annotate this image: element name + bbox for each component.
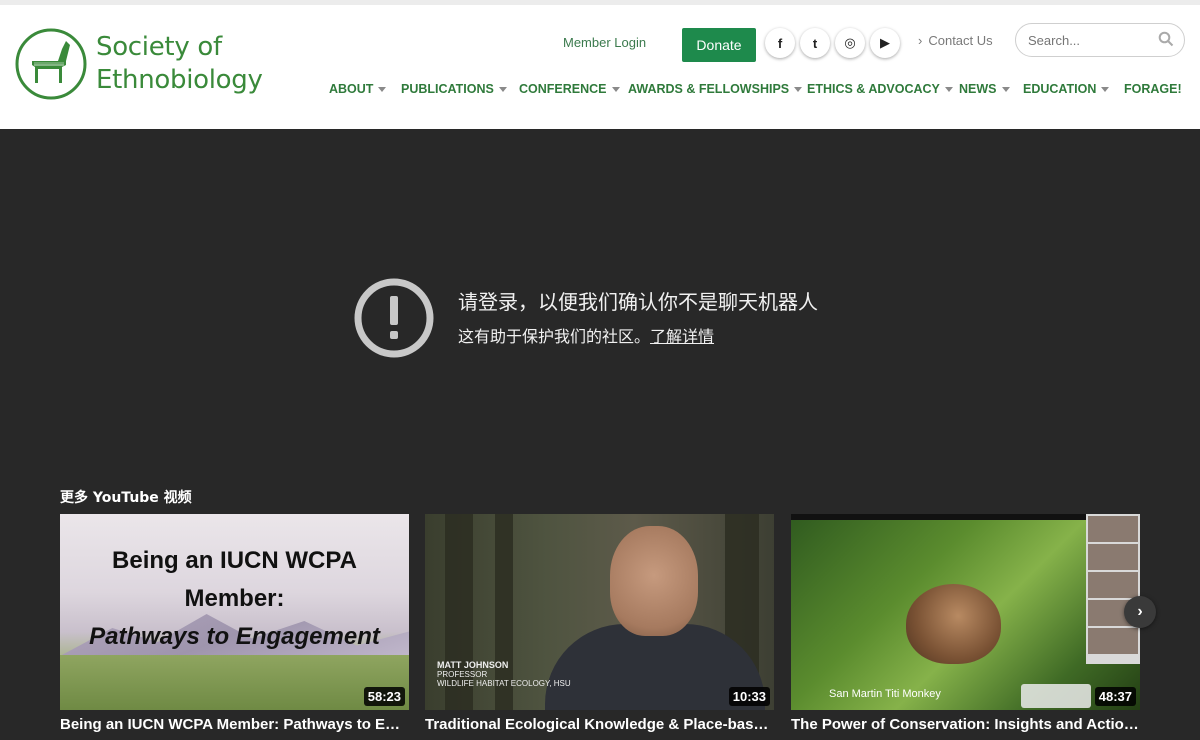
signin-message-text: 这有助于保护我们的社区。 bbox=[458, 327, 651, 346]
thumb-monkey bbox=[906, 584, 1001, 664]
video-thumbnail[interactable]: MATT JOHNSON PROFESSOR WILDLIFE HABITAT … bbox=[425, 514, 774, 710]
caret-down-icon bbox=[378, 86, 387, 92]
chevron-right-icon: › bbox=[1137, 603, 1143, 620]
exclamation-circle-icon bbox=[354, 278, 434, 358]
video-duration: 58:23 bbox=[363, 687, 405, 706]
thumb-person-head bbox=[610, 526, 698, 636]
nav-publications[interactable]: PUBLICATIONS bbox=[401, 82, 507, 96]
participant-tile bbox=[1088, 628, 1138, 654]
nav-awards-label: AWARDS & FELLOWSHIPS bbox=[628, 82, 790, 96]
nav-about-label: ABOUT bbox=[329, 82, 374, 96]
lower-third-dept: WILDLIFE HABITAT ECOLOGY, HSU bbox=[437, 679, 571, 688]
nav-news-label: NEWS bbox=[959, 82, 997, 96]
caret-down-icon bbox=[944, 86, 953, 92]
site-header: Society of Ethnobiology Member Login Don… bbox=[0, 5, 1200, 129]
search-icon[interactable] bbox=[1158, 31, 1174, 47]
video-card[interactable]: San Martin Titi Monkey 48:37 The Power o… bbox=[791, 514, 1140, 733]
learn-more-link[interactable]: 了解详情 bbox=[650, 327, 714, 346]
thumb-meadow bbox=[60, 655, 409, 710]
thumb-caption: San Martin Titi Monkey bbox=[829, 688, 941, 700]
nav-education-label: EDUCATION bbox=[1023, 82, 1097, 96]
nav-ethics-advocacy[interactable]: ETHICS & ADVOCACY bbox=[807, 82, 953, 96]
caret-down-icon bbox=[794, 86, 803, 92]
caret-down-icon bbox=[1001, 86, 1010, 92]
nav-news[interactable]: NEWS bbox=[959, 82, 1010, 96]
lower-third-role: PROFESSOR bbox=[437, 670, 488, 679]
nav-ethics-label: ETHICS & ADVOCACY bbox=[807, 82, 940, 96]
thumb-text-line3: Pathways to Engagement bbox=[89, 623, 380, 650]
participant-tile bbox=[1088, 544, 1138, 570]
member-login-link[interactable]: Member Login bbox=[563, 35, 646, 50]
caret-down-icon bbox=[611, 86, 620, 92]
caret-down-icon bbox=[1101, 86, 1110, 92]
video-title[interactable]: Traditional Ecological Knowledge & Place… bbox=[425, 716, 774, 733]
instagram-icon[interactable]: ◎ bbox=[835, 28, 865, 58]
thumb-status-legend bbox=[1021, 684, 1091, 708]
facebook-icon[interactable]: f bbox=[765, 28, 795, 58]
lower-third-name: MATT JOHNSON bbox=[437, 660, 509, 670]
video-thumbnail[interactable]: San Martin Titi Monkey 48:37 bbox=[791, 514, 1140, 710]
nav-publications-label: PUBLICATIONS bbox=[401, 82, 494, 96]
nav-conference[interactable]: CONFERENCE bbox=[519, 82, 620, 96]
twitter-icon[interactable]: t bbox=[800, 28, 830, 58]
nav-conference-label: CONFERENCE bbox=[519, 82, 607, 96]
next-videos-button[interactable]: › bbox=[1124, 596, 1156, 628]
contact-us-label: Contact Us bbox=[928, 33, 993, 48]
donate-button[interactable]: Donate bbox=[682, 28, 756, 62]
nav-education[interactable]: EDUCATION bbox=[1023, 82, 1110, 96]
video-title[interactable]: Being an IUCN WCPA Member: Pathways to E… bbox=[60, 716, 409, 733]
thumb-text-line2: Member: bbox=[184, 585, 285, 612]
main-nav: ABOUT PUBLICATIONS CONFERENCE AWARDS & F… bbox=[0, 82, 1200, 102]
video-duration: 10:33 bbox=[728, 687, 770, 706]
thumb-lower-third: MATT JOHNSON PROFESSOR WILDLIFE HABITAT … bbox=[437, 660, 571, 689]
video-thumbnail[interactable]: Being an IUCN WCPA Member: Pathways to E… bbox=[60, 514, 409, 710]
video-card[interactable]: MATT JOHNSON PROFESSOR WILDLIFE HABITAT … bbox=[425, 514, 774, 733]
video-card[interactable]: Being an IUCN WCPA Member: Pathways to E… bbox=[60, 514, 409, 733]
youtube-embed-player: 请登录，以便我们确认你不是聊天机器人 这有助于保护我们的社区。了解详情 更多 Y… bbox=[0, 129, 1200, 740]
nav-forage[interactable]: FORAGE! bbox=[1124, 82, 1182, 96]
thumb-text-line1: Being an IUCN WCPA bbox=[112, 547, 357, 574]
thumb-participant-strip bbox=[1086, 514, 1140, 664]
chevron-right-icon: › bbox=[918, 33, 923, 48]
nav-awards-fellowships[interactable]: AWARDS & FELLOWSHIPS bbox=[628, 82, 803, 96]
contact-us-link[interactable]: › Contact Us bbox=[918, 33, 993, 48]
signin-message-title: 请登录，以便我们确认你不是聊天机器人 bbox=[458, 290, 818, 314]
participant-tile bbox=[1088, 516, 1138, 542]
thumb-text: Being an IUCN WCPA Member: Pathways to E… bbox=[60, 542, 409, 656]
video-title[interactable]: The Power of Conservation: Insights and … bbox=[791, 716, 1140, 733]
video-duration: 48:37 bbox=[1094, 687, 1136, 706]
nav-forage-label: FORAGE! bbox=[1124, 82, 1182, 96]
participant-tile bbox=[1088, 572, 1138, 598]
caret-down-icon bbox=[498, 86, 507, 92]
youtube-icon[interactable]: ▶ bbox=[870, 28, 900, 58]
nav-about[interactable]: ABOUT bbox=[329, 82, 387, 96]
site-name-line1: Society of bbox=[96, 32, 222, 62]
more-videos-label: 更多 YouTube 视频 bbox=[60, 490, 192, 506]
signin-message-sub: 这有助于保护我们的社区。了解详情 bbox=[458, 323, 714, 347]
